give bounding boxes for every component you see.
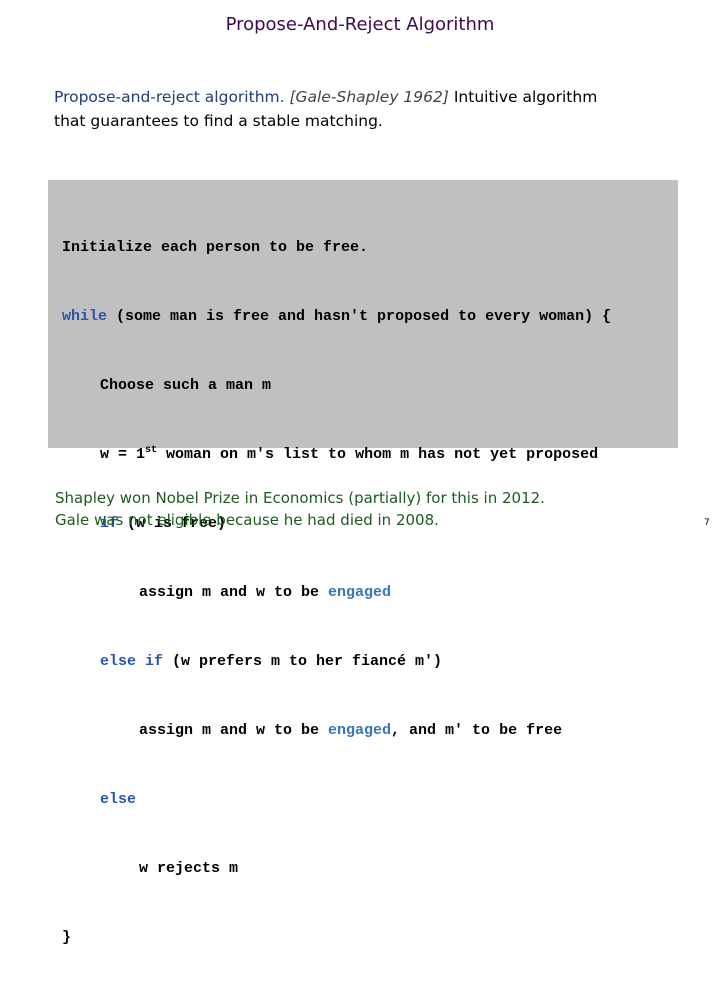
pseudocode-box: Initialize each person to be free. while… (48, 180, 678, 946)
ordinal-suffix: st (145, 445, 158, 456)
assign-w-pre: w = 1 (100, 446, 146, 463)
keyword-while: while (62, 308, 108, 325)
footer-line2: Gale was not eligible because he had die… (55, 511, 439, 529)
code-line-engage-1: assign m and w to be engaged (62, 581, 611, 604)
slide-title: Propose-And-Reject Algorithm (225, 14, 495, 35)
else-if-condition: (w prefers m to her fiancé m') (163, 653, 443, 670)
code-line-choose: Choose such a man m (100, 377, 272, 394)
engage-pre: assign m and w to be (139, 722, 329, 739)
keyword-else: else (100, 791, 137, 808)
keyword-else-if: else if (100, 653, 164, 670)
engaged-highlight: engaged (328, 722, 392, 739)
footer-line1: Shapley won Nobel Prize in Economics (pa… (55, 489, 545, 507)
code-line-assign-w: w = 1st woman on m's list to whom m has … (62, 443, 611, 466)
while-condition: (some man is free and hasn't proposed to… (107, 308, 612, 325)
intro-text-line2: that guarantees to find a stable matchin… (54, 112, 383, 130)
code-line-reject: w rejects m (139, 860, 239, 877)
code-line-while: while (some man is free and hasn't propo… (62, 305, 611, 328)
engaged-highlight: engaged (328, 584, 392, 601)
code-line-close-brace: } (62, 929, 72, 946)
intro-text-line1: Intuitive algorithm (453, 88, 598, 106)
code-line-engage-2: assign m and w to be engaged, and m' to … (62, 719, 611, 742)
page-number: 7 (704, 518, 710, 528)
citation: [Gale-Shapley 1962] (289, 88, 449, 106)
footer-note: Shapley won Nobel Prize in Economics (pa… (55, 487, 655, 531)
engage-pre: assign m and w to be (139, 584, 329, 601)
assign-w-post: woman on m's list to whom m has not yet … (157, 446, 599, 463)
code-line-init: Initialize each person to be free. (62, 239, 369, 256)
code-line-else-if: else if (w prefers m to her fiancé m') (62, 650, 611, 673)
engage-post: , and m' to be free (391, 722, 563, 739)
algorithm-name: Propose-and-reject algorithm. (54, 88, 285, 106)
pseudocode: Initialize each person to be free. while… (62, 190, 611, 995)
intro-paragraph: Propose-and-reject algorithm. [Gale-Shap… (54, 85, 694, 133)
code-line-else: else (62, 788, 611, 811)
